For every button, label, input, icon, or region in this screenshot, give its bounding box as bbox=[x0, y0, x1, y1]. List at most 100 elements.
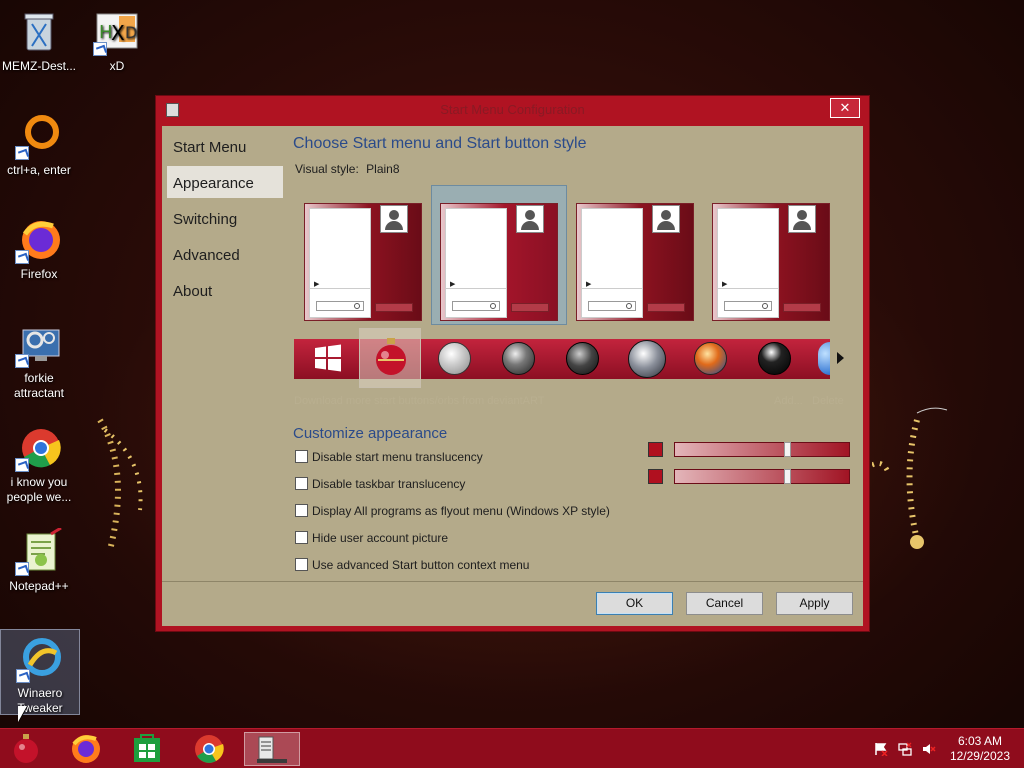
dialog-client-area: Start Menu Appearance Switching Advanced… bbox=[162, 126, 863, 626]
menu-translucency-slider[interactable] bbox=[674, 442, 850, 457]
desktop-icon-ctrl-a-enter[interactable]: ctrl+a, enter bbox=[0, 112, 78, 178]
desktop-icon-label: xD bbox=[109, 59, 125, 73]
svg-text:D: D bbox=[125, 23, 137, 42]
desktop-icon-memz[interactable]: MEMZ-Dest... bbox=[0, 8, 78, 74]
nav-item-switching[interactable]: Switching bbox=[167, 202, 283, 234]
start-button-blue-orb-icon[interactable] bbox=[818, 342, 830, 375]
desktop-icon-xd[interactable]: HXD xD bbox=[78, 8, 156, 74]
footer-divider bbox=[162, 581, 863, 582]
download-orbs-link[interactable]: Download more start buttons/orbs from de… bbox=[294, 395, 544, 407]
user-picture-icon bbox=[652, 205, 680, 233]
taskbar-start-menu-settings[interactable] bbox=[244, 732, 300, 766]
start-button-ornament-icon[interactable] bbox=[373, 336, 409, 378]
svg-text:X: X bbox=[111, 21, 125, 45]
system-clock[interactable]: 6:03 AM 12/29/2023 bbox=[950, 734, 1010, 764]
desktop-icon-winaero-tweaker[interactable]: Winaero Tweaker bbox=[0, 629, 80, 715]
clock-date: 12/29/2023 bbox=[949, 749, 1010, 763]
start-button-vista-orb-icon[interactable] bbox=[502, 342, 535, 375]
desktop-icon-i-know-you[interactable]: i know you people we... bbox=[0, 424, 78, 505]
desktop-icon-label: ctrl+a, enter bbox=[7, 163, 71, 177]
close-button[interactable]: ✕ bbox=[830, 98, 860, 118]
volume-muted-icon[interactable] bbox=[922, 742, 936, 756]
visual-style-label: Visual style: bbox=[295, 162, 359, 176]
arrow-right-icon: ▶ bbox=[314, 281, 320, 288]
slider-thumb[interactable] bbox=[784, 469, 791, 484]
window-title: Start Menu Configuration bbox=[440, 102, 585, 117]
slider-thumb[interactable] bbox=[784, 442, 791, 457]
decorative-lights-left bbox=[97, 418, 143, 551]
search-box-icon bbox=[452, 301, 500, 311]
cancel-button[interactable]: Cancel bbox=[686, 592, 763, 615]
ok-button[interactable]: OK bbox=[596, 592, 673, 615]
start-button-win8-icon[interactable] bbox=[313, 343, 343, 373]
network-icon[interactable] bbox=[898, 742, 912, 756]
title-bar[interactable]: Start Menu Configuration ✕ bbox=[156, 96, 869, 124]
arrow-right-icon: ▶ bbox=[450, 281, 456, 288]
taskbar-translucency-slider[interactable] bbox=[674, 469, 850, 484]
menu-color-swatch[interactable] bbox=[648, 442, 663, 457]
start-button-black-orb-icon[interactable] bbox=[758, 342, 791, 375]
winaero-tweaker-icon bbox=[16, 635, 64, 683]
decorative-lights-right bbox=[872, 407, 948, 549]
taskbar-color-swatch[interactable] bbox=[648, 469, 663, 484]
notepadpp-icon bbox=[15, 526, 63, 576]
visual-style-row: Visual style: Plain8 bbox=[295, 162, 400, 176]
taskbar: 6:03 AM 12/29/2023 bbox=[0, 728, 1024, 768]
search-box-icon bbox=[588, 301, 636, 311]
desktop-icon-notepadpp[interactable]: Notepad++ bbox=[0, 526, 78, 594]
hxd-icon: HXD bbox=[93, 8, 141, 56]
taskbar-store[interactable] bbox=[121, 732, 173, 766]
menu-style-thumb-4[interactable]: ▶ bbox=[712, 203, 830, 321]
apply-button[interactable]: Apply bbox=[776, 592, 853, 615]
desktop-icon-label: i know you people we... bbox=[6, 475, 72, 504]
desktop-icon-label: forkie attractant bbox=[13, 371, 65, 400]
checkbox[interactable] bbox=[295, 531, 308, 544]
start-button[interactable] bbox=[0, 732, 52, 766]
start-menu-settings-window: Start Menu Configuration ✕ Start Menu Ap… bbox=[155, 95, 870, 632]
menu-style-thumb-2[interactable]: ▶ bbox=[440, 203, 558, 321]
chrome-icon bbox=[15, 424, 63, 472]
firefox-icon bbox=[15, 216, 63, 264]
nav-item-about[interactable]: About bbox=[167, 274, 283, 306]
search-box-icon bbox=[316, 301, 364, 311]
shortcut-arrow-icon bbox=[15, 354, 29, 368]
start-button-color-orb-icon[interactable] bbox=[694, 342, 727, 375]
chrome-icon bbox=[195, 735, 224, 763]
taskbar-firefox[interactable] bbox=[60, 732, 112, 766]
start-button-glass-orb-icon[interactable] bbox=[628, 340, 666, 378]
shortcut-arrow-icon bbox=[16, 669, 30, 683]
customize-heading: Customize appearance bbox=[293, 425, 448, 442]
startisback-icon bbox=[257, 736, 287, 763]
checkbox[interactable] bbox=[295, 450, 308, 463]
arrow-right-icon: ▶ bbox=[586, 281, 592, 288]
checkbox[interactable] bbox=[295, 504, 308, 517]
delete-orb-link[interactable]: Delete bbox=[812, 395, 844, 407]
action-center-flag-icon[interactable] bbox=[874, 742, 888, 756]
desktop-icon-label: MEMZ-Dest... bbox=[2, 59, 76, 73]
menu-style-thumb-3[interactable]: ▶ bbox=[576, 203, 694, 321]
checkbox[interactable] bbox=[295, 477, 308, 490]
scroll-right-icon[interactable] bbox=[837, 352, 844, 364]
menu-style-thumb-1[interactable]: ▶ bbox=[304, 203, 422, 321]
mouse-cursor bbox=[18, 706, 27, 722]
nav-item-appearance[interactable]: Appearance bbox=[167, 166, 283, 198]
start-button-dark-orb-icon[interactable] bbox=[566, 342, 599, 375]
shortcut-arrow-icon bbox=[15, 458, 29, 472]
shortcut-arrow-icon bbox=[15, 250, 29, 264]
shortcut-arrow-icon bbox=[15, 146, 29, 160]
desktop-icon-label: Notepad++ bbox=[9, 579, 69, 593]
desktop-icon-forkie[interactable]: forkie attractant bbox=[0, 320, 78, 401]
ornament-start-icon bbox=[14, 734, 38, 763]
add-orb-link[interactable]: Add... bbox=[774, 395, 803, 407]
start-button-xp-orb-icon[interactable] bbox=[438, 342, 471, 375]
user-picture-icon bbox=[788, 205, 816, 233]
desktop-icon-firefox[interactable]: Firefox bbox=[0, 216, 78, 282]
taskbar-chrome[interactable] bbox=[183, 732, 235, 766]
nav-item-start-menu[interactable]: Start Menu bbox=[167, 130, 283, 162]
section-heading: Choose Start menu and Start button style bbox=[293, 135, 587, 152]
shortcut-arrow-icon bbox=[15, 562, 29, 576]
desktop-icon-label: Firefox bbox=[20, 267, 58, 281]
checkbox[interactable] bbox=[295, 558, 308, 571]
nav-item-advanced[interactable]: Advanced bbox=[167, 238, 283, 270]
shutdown-bar bbox=[375, 303, 413, 312]
